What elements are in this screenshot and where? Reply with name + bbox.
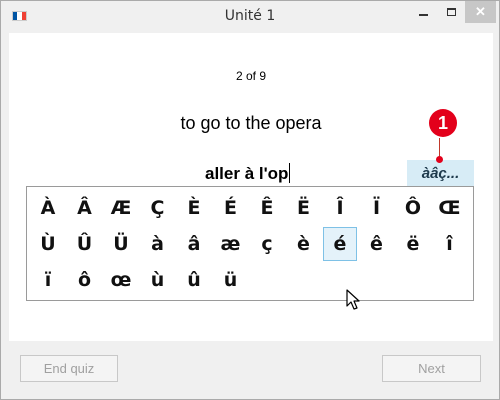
question-counter: 2 of 9 — [235, 69, 267, 83]
minimize-button[interactable] — [409, 1, 437, 23]
accent-key[interactable]: ï — [31, 263, 65, 297]
accent-key[interactable]: Ê — [250, 191, 284, 225]
accent-key[interactable]: â — [177, 227, 211, 261]
accent-key[interactable]: à — [141, 227, 175, 261]
accent-key[interactable]: æ — [214, 227, 248, 261]
accent-key[interactable]: Ï — [360, 191, 394, 225]
end-quiz-button[interactable]: End quiz — [20, 355, 118, 382]
minimize-icon — [418, 14, 428, 16]
accent-key[interactable]: œ — [104, 263, 138, 297]
accent-key[interactable]: ù — [141, 263, 175, 297]
accent-key[interactable]: î — [433, 227, 467, 261]
accent-key[interactable]: Ù — [31, 227, 65, 261]
annotation-pointer-dot — [436, 156, 443, 163]
accent-key[interactable]: È — [177, 191, 211, 225]
accent-key[interactable]: Æ — [104, 191, 138, 225]
accent-key[interactable]: ô — [68, 263, 102, 297]
mouse-pointer-icon — [346, 289, 360, 310]
accent-key[interactable]: é — [323, 227, 357, 261]
accent-key[interactable]: À — [31, 191, 65, 225]
maximize-button[interactable] — [438, 1, 464, 23]
accent-palette: ÀÂÆÇÈÉÊËÎÏÔŒ ÙÛÜàâæçèéêëî ïôœùûü — [26, 186, 474, 301]
accent-key[interactable]: û — [177, 263, 211, 297]
accent-key[interactable]: Â — [68, 191, 102, 225]
next-button[interactable]: Next — [382, 355, 481, 382]
accent-key[interactable]: Ü — [104, 227, 138, 261]
question-prompt: to go to the opera — [180, 113, 322, 133]
accent-key[interactable]: Œ — [433, 191, 467, 225]
answer-text: aller à l'op — [205, 164, 289, 183]
accent-key[interactable]: É — [214, 191, 248, 225]
accent-key[interactable]: è — [287, 227, 321, 261]
title-bar[interactable]: Unité 1 ✕ — [1, 1, 499, 32]
accent-key[interactable]: ü — [214, 263, 248, 297]
answer-input[interactable]: aller à l'op — [205, 163, 291, 184]
close-icon: ✕ — [475, 4, 486, 19]
accent-key[interactable]: ç — [250, 227, 284, 261]
accent-key[interactable]: Û — [68, 227, 102, 261]
quiz-content: 2 of 9 to go to the opera aller à l'op à… — [9, 33, 493, 341]
accent-key[interactable]: ë — [396, 227, 430, 261]
annotation-badge: 1 — [429, 109, 457, 137]
accent-palette-toggle[interactable]: àâç... — [407, 160, 474, 186]
accent-key[interactable]: Î — [323, 191, 357, 225]
text-caret — [289, 163, 291, 183]
maximize-icon — [446, 8, 456, 16]
accent-key[interactable]: Ç — [141, 191, 175, 225]
quiz-window: Unité 1 ✕ 2 of 9 to go to the opera alle… — [0, 0, 500, 400]
accent-key[interactable]: Ë — [287, 191, 321, 225]
accent-key[interactable]: Ô — [396, 191, 430, 225]
accent-key[interactable]: ê — [360, 227, 394, 261]
close-button[interactable]: ✕ — [465, 1, 496, 23]
